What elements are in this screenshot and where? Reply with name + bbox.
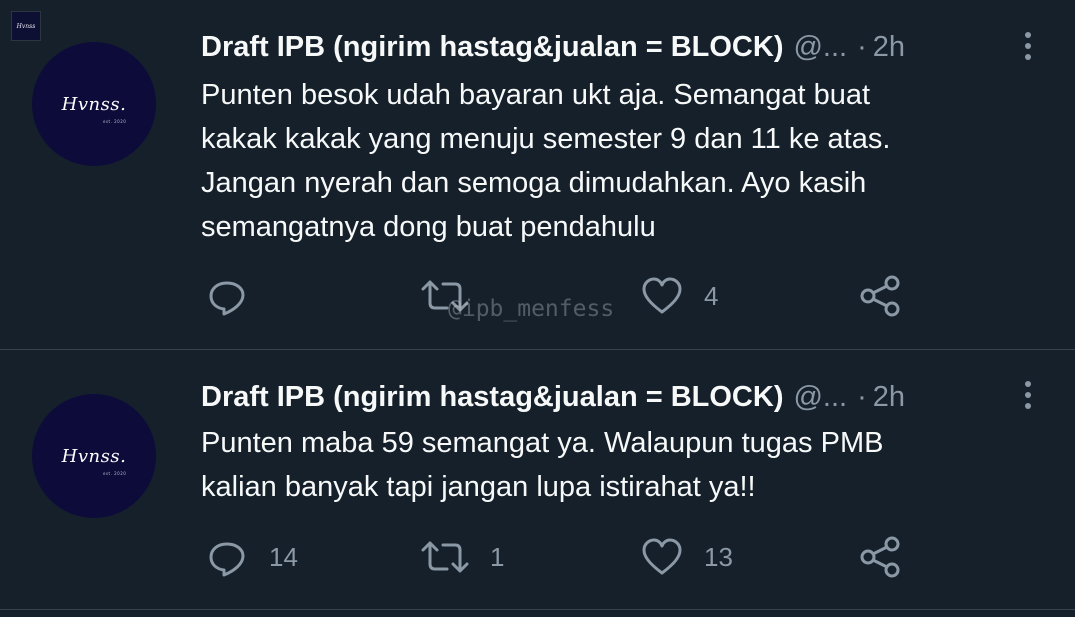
avatar-logo: Hvnss. est. 2020: [61, 445, 127, 476]
tweet-text: Punten maba 59 semangat ya. Walaupun tug…: [201, 421, 1021, 509]
retweet-count: 1: [490, 541, 505, 572]
avatar-logo-text: Hvnss.: [61, 445, 127, 467]
more-vertical-icon: [1025, 381, 1031, 387]
reply-button[interactable]: 14: [205, 535, 298, 579]
heart-icon: [642, 277, 682, 314]
like-count: 13: [704, 541, 733, 572]
heart-icon: [642, 538, 682, 575]
more-vertical-icon: [1025, 403, 1031, 409]
more-options-button[interactable]: [1023, 32, 1033, 60]
like-button[interactable]: 4: [640, 274, 718, 318]
author-name[interactable]: Draft IPB (ngirim hastag&jualan = BLOCK): [201, 381, 783, 414]
avatar-logo-est: est. 2020: [102, 118, 127, 124]
share-icon: [860, 536, 900, 578]
avatar[interactable]: Hvnss. est. 2020: [32, 394, 156, 518]
like-count: 4: [704, 280, 719, 311]
tweet[interactable]: Hvnss. est. 2020 Draft IPB (ngirim hasta…: [0, 350, 1075, 610]
tweet-text-line: Punten maba 59 semangat ya. Walaupun tug…: [201, 427, 884, 459]
timestamp[interactable]: 2h: [873, 381, 905, 414]
author-handle[interactable]: @...: [793, 381, 847, 414]
tweet-text-line: Jangan nyerah dan semoga dimudahkan. Ayo…: [201, 167, 867, 199]
author-name[interactable]: Draft IPB (ngirim hastag&jualan = BLOCK): [201, 31, 783, 64]
avatar-logo: Hvnss. est. 2020: [61, 93, 127, 124]
share-icon: [860, 275, 900, 317]
timeline: Hvnss Hvnss. est. 2020 Draft IPB (ngirim…: [0, 0, 1075, 617]
more-vertical-icon: [1025, 392, 1031, 398]
tweet-text: Punten besok udah bayaran ukt aja. Seman…: [201, 73, 1021, 249]
retweet-icon: [421, 541, 469, 573]
more-vertical-icon: [1025, 32, 1031, 38]
tweet-text-line: kalian banyak tapi jangan lupa istirahat…: [201, 471, 756, 503]
author-handle[interactable]: @...: [793, 31, 847, 64]
reply-button[interactable]: [205, 274, 269, 318]
separator-dot: ·: [857, 30, 867, 63]
reply-icon: [209, 281, 245, 316]
share-button[interactable]: [858, 274, 902, 318]
watermark: @ipb_menfess: [448, 296, 615, 322]
avatar-logo-est: est. 2020: [102, 470, 127, 476]
timestamp[interactable]: 2h: [873, 31, 905, 64]
tweet-text-line: semangatnya dong buat pendahulu: [201, 211, 656, 243]
tweet-text-line: Punten besok udah bayaran ukt aja. Seman…: [201, 79, 871, 111]
tweet-actions: 14 1 13: [0, 535, 1075, 579]
like-button[interactable]: 13: [640, 535, 733, 579]
tweet-text-line: kakak kakak yang menuju semester 9 dan 1…: [201, 123, 891, 155]
more-options-button[interactable]: [1023, 381, 1033, 409]
tweet-header: Draft IPB (ngirim hastag&jualan = BLOCK)…: [201, 29, 1075, 65]
avatar-logo-text: Hvnss.: [61, 93, 127, 115]
reply-icon: [209, 542, 245, 577]
reply-count: 14: [269, 541, 298, 572]
retweet-button[interactable]: 1: [420, 535, 504, 579]
more-vertical-icon: [1025, 43, 1031, 49]
avatar[interactable]: Hvnss. est. 2020: [32, 42, 156, 166]
more-vertical-icon: [1025, 54, 1031, 60]
share-button[interactable]: [858, 535, 902, 579]
tweet-header: Draft IPB (ngirim hastag&jualan = BLOCK)…: [201, 379, 1075, 415]
separator-dot: ·: [857, 380, 867, 413]
